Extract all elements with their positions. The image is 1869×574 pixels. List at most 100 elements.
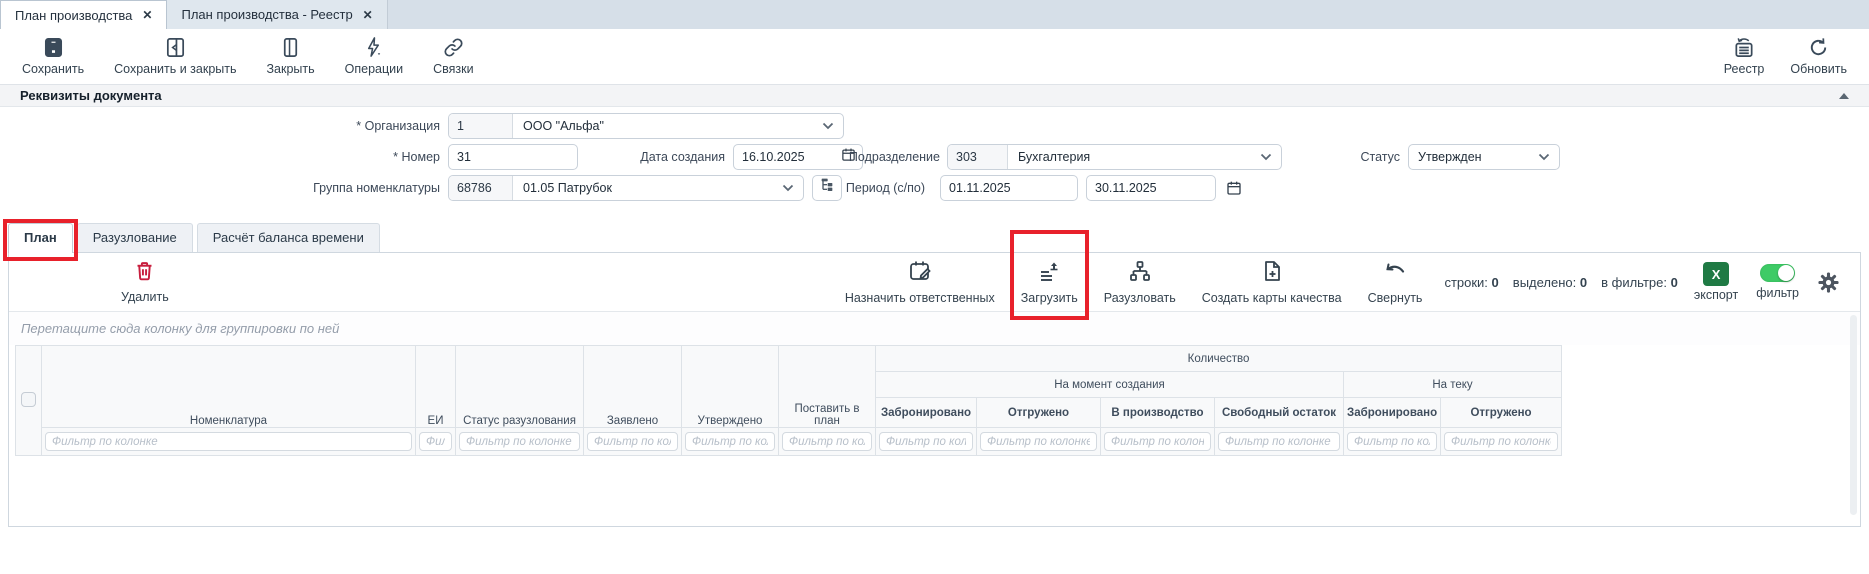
period-to-input[interactable] [1086,175,1216,201]
period-calendar-icon[interactable] [1226,180,1242,201]
trash-icon [134,260,155,287]
select-all-checkbox[interactable] [21,392,36,407]
collapse-rows-button[interactable]: Свернуть [1368,259,1423,305]
explode-button[interactable]: Разузловать [1104,259,1176,305]
status-select[interactable]: Утвержден [1408,144,1560,170]
excel-icon: X [1703,262,1729,286]
organization-code: 1 [449,114,513,138]
column-header-free-balance[interactable]: Свободный остаток [1215,398,1344,428]
department-field[interactable]: 303 Бухгалтерия [947,144,1282,170]
export-excel-button[interactable]: X экспорт [1694,262,1738,302]
column-header-put-in-plan[interactable]: Поставить в план [779,346,876,428]
grid-body-empty [9,456,1860,526]
export-label: экспорт [1694,288,1738,302]
column-header-ei[interactable]: ЕИ [416,346,456,428]
tab-plan[interactable]: План [8,223,73,253]
filter-input-explode-status[interactable] [459,432,580,451]
save-button[interactable]: Сохранить [22,36,84,76]
nomenclature-group-field[interactable]: 68786 01.05 Патрубок [448,175,804,201]
department-code: 303 [948,145,1008,169]
doc-tab-label: План производства [15,8,132,23]
filter-cell [779,428,876,456]
operations-button[interactable]: Операции [345,36,403,76]
selected-counter: выделено: 0 [1513,275,1587,290]
period-from-input[interactable] [940,175,1078,201]
delete-button[interactable]: Удалить [121,260,169,304]
tab-razuzlovanie-label: Разузлование [93,230,177,245]
settings-gear-icon[interactable] [1817,271,1840,294]
group-by-hint: Перетащите сюда колонку для группировки … [21,321,339,336]
chevron-down-icon [822,119,834,133]
column-header-declared[interactable]: Заявлено [584,346,682,428]
organization-field[interactable]: 1 ООО "Альфа" [448,113,844,139]
assign-responsible-label: Назначить ответственных [845,291,995,305]
department-label: Подразделение [770,144,940,170]
column-header-shipped-1[interactable]: Отгружено [977,398,1101,428]
organization-select[interactable]: ООО "Альфа" [513,114,843,138]
filter-input-put-in-plan[interactable] [782,432,872,451]
column-header-in-production[interactable]: В производство [1101,398,1215,428]
nomenclature-group-value: 01.05 Патрубок [523,181,612,195]
column-header-explode-status[interactable]: Статус разузлования [456,346,584,428]
links-chain-icon [442,36,465,59]
filter-input-nomenclature[interactable] [45,432,412,451]
tab-razuzlovanie[interactable]: Разузлование [77,223,193,252]
column-header-shipped-2[interactable]: Отгружено [1441,398,1562,428]
registry-button[interactable]: Реестр [1724,36,1765,76]
filter-input-in-production[interactable] [1104,432,1211,451]
section-title: Реквизиты документа [20,88,162,103]
filter-input-declared[interactable] [587,432,678,451]
grid-counters: строки: 0 выделено: 0 в фильтре: 0 [1444,275,1677,290]
organization-label: * Организация [0,113,440,139]
doc-tab-plan-proizvodstva[interactable]: План производства ✕ [0,0,167,29]
registry-label: Реестр [1724,62,1765,76]
number-input[interactable] [448,144,578,170]
document-requisites-header: Реквизиты документа [0,84,1869,107]
filter-input-ei[interactable] [419,432,452,451]
filter-toggle-label: фильтр [1756,286,1799,300]
save-and-close-button[interactable]: Сохранить и закрыть [114,36,236,76]
column-header-reserved-2[interactable]: Забронировано [1344,398,1441,428]
collapse-undo-icon [1383,259,1407,288]
filter-input-reserved-1[interactable] [879,432,973,451]
vertical-scrollbar[interactable] [1850,315,1857,515]
close-tab-icon[interactable]: ✕ [363,8,373,22]
nomenclature-group-select[interactable]: 01.05 Патрубок [513,176,803,200]
filter-cell [584,428,682,456]
operations-label: Операции [345,62,403,76]
filter-input-reserved-2[interactable] [1347,432,1437,451]
explode-label: Разузловать [1104,291,1176,305]
load-button[interactable]: Загрузить [1021,259,1078,305]
filter-input-approved[interactable] [685,432,775,451]
assign-responsible-button[interactable]: Назначить ответственных [845,259,995,305]
filter-input-shipped-1[interactable] [980,432,1097,451]
view-tab-bar: План Разузлование Расчёт баланса времени [8,222,1861,253]
plan-grid-panel: Удалить Назначить ответственных [8,253,1861,527]
band-at-creation: На момент создания [876,372,1344,398]
document-tab-bar: План производства ✕ План производства - … [0,0,1869,29]
operations-lightning-icon [362,36,385,59]
save-label: Сохранить [22,62,84,76]
filter-input-shipped-2[interactable] [1444,432,1558,451]
department-select[interactable]: Бухгалтерия [1008,145,1281,169]
group-by-drop-zone[interactable]: Перетащите сюда колонку для группировки … [9,311,1860,345]
links-button[interactable]: Связки [433,36,473,76]
column-header-nomenclature[interactable]: Номенклатура [42,346,416,428]
create-quality-cards-button[interactable]: Создать карты качества [1202,259,1342,305]
filter-cell [456,428,584,456]
column-header-reserved-1[interactable]: Забронировано [876,398,977,428]
filter-input-free-balance[interactable] [1218,432,1340,451]
column-header-approved[interactable]: Утверждено [682,346,779,428]
close-tab-icon[interactable]: ✕ [142,8,152,22]
tab-raschet-balansa[interactable]: Расчёт баланса времени [197,223,380,252]
refresh-label: Обновить [1790,62,1847,76]
registry-icon [1732,36,1756,59]
close-button[interactable]: Закрыть [267,36,315,76]
collapse-section-icon[interactable] [1839,93,1849,99]
filter-toggle[interactable]: фильтр [1756,264,1799,300]
toggle-on-icon[interactable] [1760,264,1795,282]
upload-icon [1037,259,1061,288]
refresh-button[interactable]: Обновить [1790,36,1847,76]
doc-tab-plan-proizvodstva-reestr[interactable]: План производства - Реестр ✕ [167,0,387,29]
document-form: * Организация 1 ООО "Альфа" * Номер Дата… [0,107,1869,203]
